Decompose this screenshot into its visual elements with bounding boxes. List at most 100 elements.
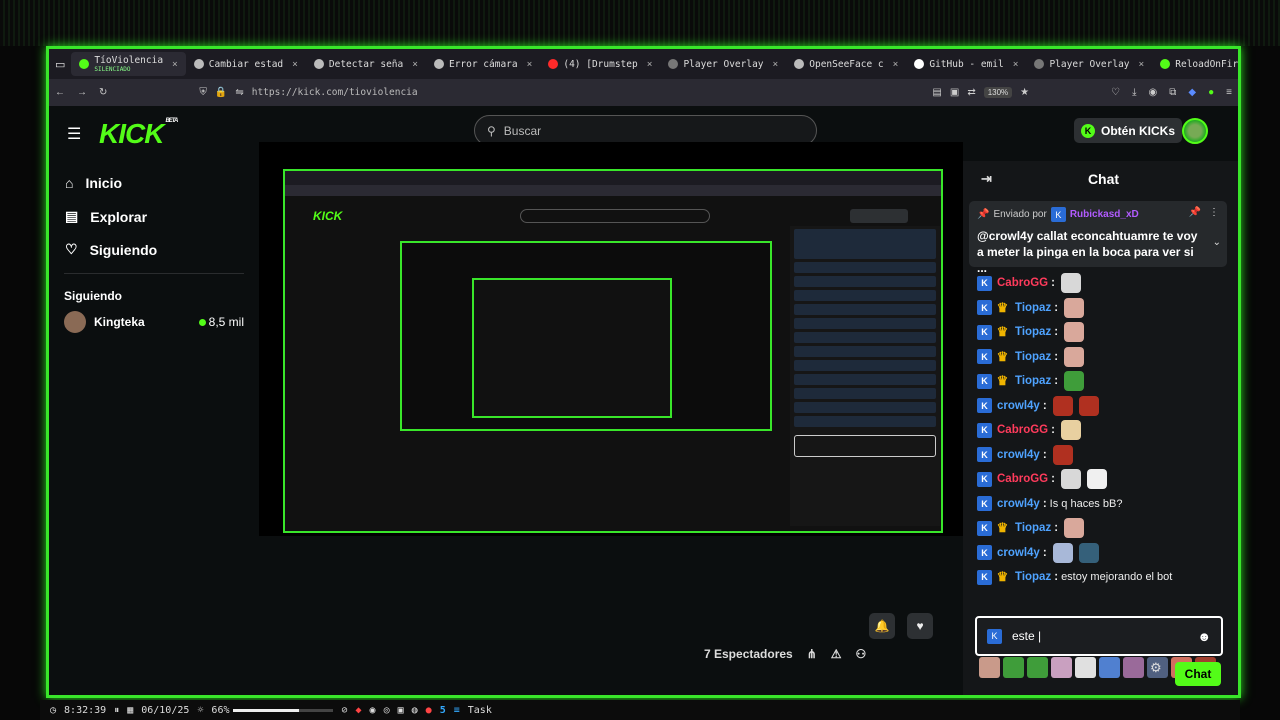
emote-icon[interactable] xyxy=(1064,371,1085,392)
steam-icon[interactable]: ◍ xyxy=(412,705,418,716)
chat-username[interactable]: Tiopaz xyxy=(1015,302,1051,314)
gear-icon[interactable]: ⚙ xyxy=(1150,660,1162,676)
following-item[interactable]: Kingteka 8,5 mil xyxy=(64,311,244,333)
close-tab-icon[interactable]: × xyxy=(647,59,653,70)
chat-input[interactable]: K este | ☻ xyxy=(975,616,1223,656)
collapse-chat-icon[interactable]: ⇥ xyxy=(981,171,992,187)
record-icon[interactable]: ● xyxy=(426,705,432,716)
tab-list-icon[interactable]: ▭ xyxy=(49,58,71,71)
chat-message[interactable]: Kcrowl4y: xyxy=(977,443,1237,468)
extensions-icon[interactable]: ⧉ xyxy=(1169,87,1176,98)
chat-message[interactable]: K ♛ Tiopaz: estoy mejorando el bot xyxy=(977,565,1237,590)
emote-icon[interactable] xyxy=(1064,346,1085,367)
tab-1[interactable]: Cambiar estad × xyxy=(186,52,306,76)
get-kicks-button[interactable]: K Obtén KICKs xyxy=(1074,118,1183,143)
reader-icon[interactable]: ▤ xyxy=(932,87,941,98)
send-chat-button[interactable]: Chat xyxy=(1175,662,1221,686)
tab-2[interactable]: Detectar seña × xyxy=(306,52,426,76)
tab-9[interactable]: ReloadOnFire× xyxy=(1152,52,1238,76)
close-tab-icon[interactable]: × xyxy=(412,59,418,70)
chat-username[interactable]: Tiopaz xyxy=(1015,522,1051,534)
nav-explorar[interactable]: ▤ Explorar xyxy=(65,208,147,225)
pinned-message[interactable]: 📌 Enviado por K Rubickasd_xD @crowl4y ca… xyxy=(969,201,1227,275)
forward-icon[interactable]: → xyxy=(77,87,87,98)
pocket-icon[interactable]: ♡ xyxy=(1111,87,1120,98)
chat-username[interactable]: Tiopaz xyxy=(1015,571,1051,583)
emote-icon[interactable] xyxy=(1060,420,1081,441)
chat-username[interactable]: CabroGG xyxy=(997,424,1048,436)
chat-message[interactable]: K CabroGG: xyxy=(977,467,1237,492)
screenshot-icon[interactable]: ▣ xyxy=(950,87,959,98)
task-label[interactable]: Task xyxy=(468,705,492,716)
terminal-icon[interactable]: ▣ xyxy=(398,705,404,716)
url-bar[interactable]: ⛨ 🔒 ⇋ https://kick.com/tioviolencia ▤ ▣ … xyxy=(119,87,1029,98)
bookmark-icon[interactable]: ★ xyxy=(1020,87,1029,98)
chat-message[interactable]: K ♛ Tiopaz: xyxy=(977,516,1237,541)
emote-icon[interactable] xyxy=(1099,657,1120,678)
emote-icon[interactable] xyxy=(1064,518,1085,539)
user-avatar[interactable] xyxy=(1182,118,1208,144)
tab-5[interactable]: Player Overlay × xyxy=(660,52,786,76)
close-tab-icon[interactable]: × xyxy=(773,59,779,70)
emote-icon[interactable] xyxy=(1051,657,1072,678)
more-icon[interactable]: ⋮ xyxy=(1209,207,1219,218)
add-user-icon[interactable]: ⚇ xyxy=(856,647,867,661)
translate-icon[interactable]: ⇄ xyxy=(967,87,975,98)
emote-icon[interactable] xyxy=(1052,395,1073,416)
workspace-number[interactable]: 5 xyxy=(440,705,446,716)
nav-inicio[interactable]: ⌂ Inicio xyxy=(65,175,122,191)
chat-message[interactable]: K ♛ Tiopaz: xyxy=(977,296,1237,321)
nav-siguiendo[interactable]: ♡ Siguiendo xyxy=(65,241,157,258)
close-tab-icon[interactable]: × xyxy=(292,59,298,70)
pause-icon[interactable]: ⏸ xyxy=(114,705,119,716)
mute-icon[interactable]: ⊘ xyxy=(341,705,347,716)
emote-icon[interactable] xyxy=(1052,542,1073,563)
chat-message[interactable]: K ♛ Tiopaz: xyxy=(977,369,1237,394)
stream-player[interactable]: KICK xyxy=(259,142,963,536)
tab-3[interactable]: Error cámara × xyxy=(426,52,540,76)
tab-8[interactable]: Player Overlay × xyxy=(1026,52,1152,76)
close-tab-icon[interactable]: × xyxy=(1013,59,1019,70)
emote-icon[interactable] xyxy=(1060,273,1081,294)
url-text[interactable]: https://kick.com/tioviolencia xyxy=(252,87,418,98)
extension-green-icon[interactable]: ● xyxy=(1208,87,1214,98)
pin-icon[interactable]: 📌 xyxy=(1189,207,1201,218)
chat-username[interactable]: Tiopaz xyxy=(1015,375,1051,387)
app-icon[interactable]: ◆ xyxy=(356,705,362,716)
emote-icon[interactable] xyxy=(1064,297,1085,318)
chat-username[interactable]: CabroGG xyxy=(997,473,1048,485)
chat-message[interactable]: Kcrowl4y: Is q haces bB? xyxy=(977,492,1237,517)
menu-icon[interactable]: ☰ xyxy=(67,124,81,144)
chat-message[interactable]: Kcrowl4y: xyxy=(977,541,1237,566)
reload-icon[interactable]: ↻ xyxy=(99,87,107,98)
chat-message[interactable]: K ♛ Tiopaz: xyxy=(977,345,1237,370)
tab-7[interactable]: GitHub - emil × xyxy=(906,52,1026,76)
emote-icon[interactable] xyxy=(1060,469,1081,490)
tab-0[interactable]: TíoViolencia SILENCIADO × xyxy=(71,52,186,76)
report-icon[interactable]: ⚠ xyxy=(831,647,842,661)
download-icon[interactable]: ⤓ xyxy=(1132,87,1136,98)
obs-icon[interactable]: ◎ xyxy=(384,705,390,716)
discord-icon[interactable]: ◉ xyxy=(370,705,376,716)
chat-message[interactable]: K ♛ Tiopaz: xyxy=(977,320,1237,345)
tab-4[interactable]: (4) [Drumstep × xyxy=(540,52,660,76)
volume[interactable]: 66% xyxy=(211,705,334,716)
emote-icon[interactable] xyxy=(1086,469,1107,490)
emote-icon[interactable] xyxy=(1123,657,1144,678)
emote-icon[interactable] xyxy=(1078,395,1099,416)
chat-message[interactable]: K CabroGG: xyxy=(977,271,1237,296)
emote-icon[interactable] xyxy=(1064,322,1085,343)
emote-icon[interactable] xyxy=(1075,657,1096,678)
tab-6[interactable]: OpenSeeFace c × xyxy=(786,52,906,76)
kick-logo[interactable]: KICK BETA xyxy=(99,118,178,150)
emoji-icon[interactable]: ☻ xyxy=(1197,629,1211,644)
close-tab-icon[interactable]: × xyxy=(527,59,533,70)
browser-menu-icon[interactable]: ≡ xyxy=(1226,87,1232,98)
extension-blue-icon[interactable]: ◆ xyxy=(1188,87,1196,98)
volume-bar[interactable] xyxy=(233,708,334,712)
chat-username[interactable]: Tiopaz xyxy=(1015,326,1051,338)
chat-message[interactable]: K CabroGG: xyxy=(977,418,1237,443)
chat-username[interactable]: crowl4y xyxy=(997,400,1040,412)
emote-icon[interactable] xyxy=(1003,657,1024,678)
zoom-indicator[interactable]: 130% xyxy=(983,87,1013,98)
